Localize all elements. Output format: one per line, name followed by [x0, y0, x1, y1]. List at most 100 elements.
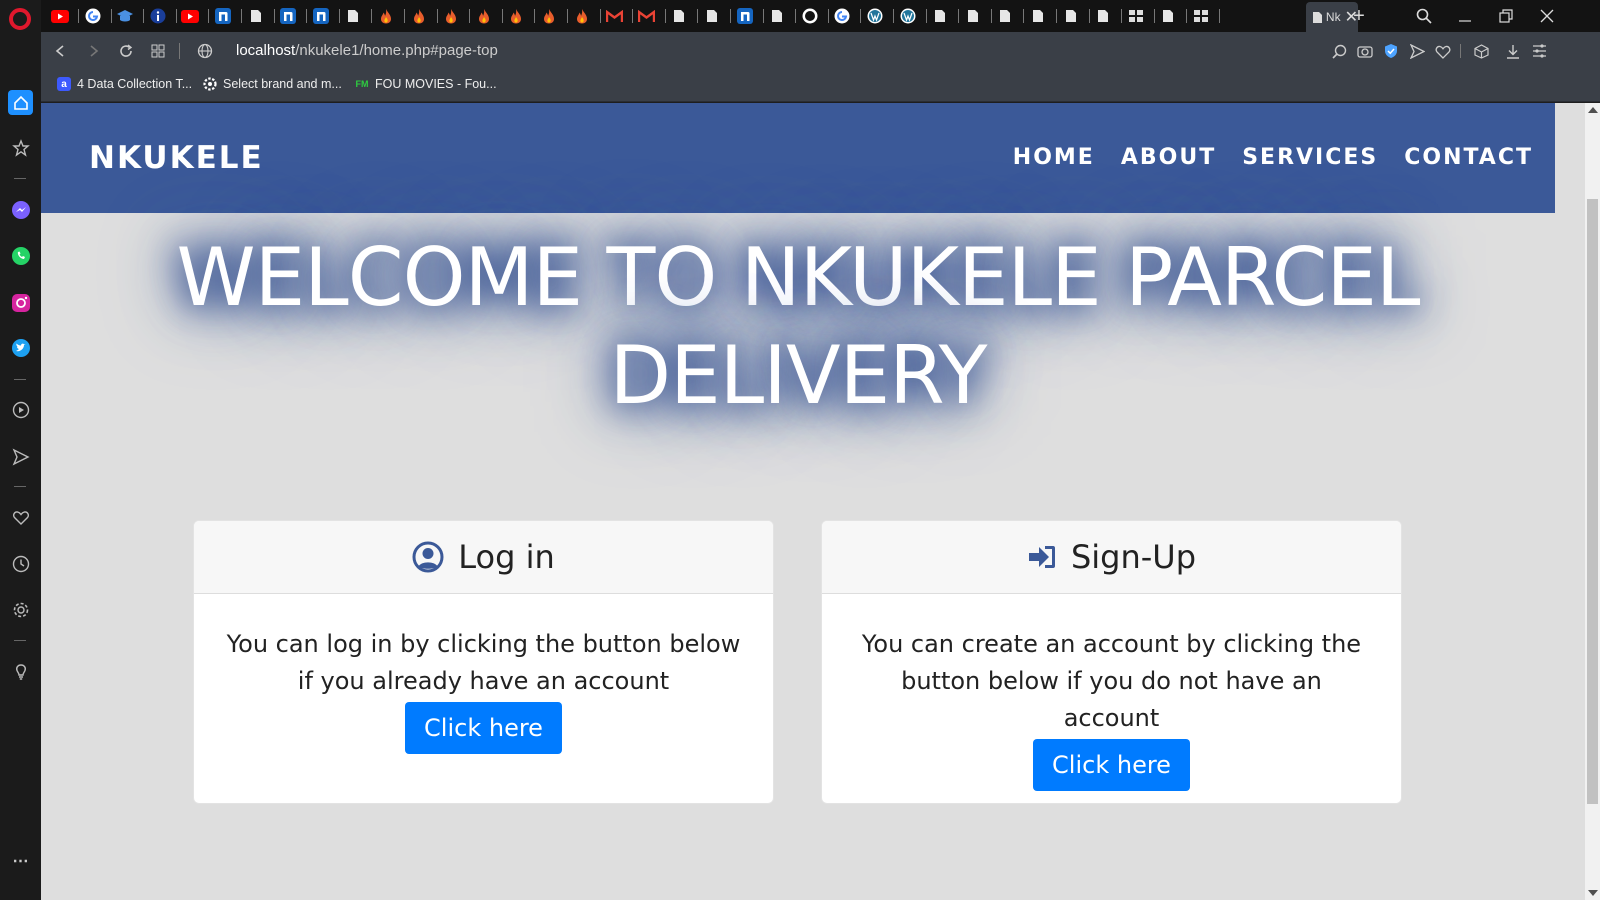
- opera-logo-icon[interactable]: [9, 8, 31, 30]
- tab-gmail-icon[interactable]: [635, 4, 659, 28]
- easy-setup-icon[interactable]: [1529, 41, 1549, 61]
- bookmark-heart-icon[interactable]: [1433, 41, 1453, 61]
- tab-page-icon[interactable]: [1026, 4, 1050, 28]
- tab-grid-icon[interactable]: [1189, 4, 1213, 28]
- tab-grid-icon[interactable]: [1124, 4, 1148, 28]
- card-title: Sign-Up: [1070, 538, 1197, 576]
- settings-gear-icon[interactable]: [8, 597, 33, 622]
- tab-n-icon[interactable]: [309, 4, 333, 28]
- tab-page-icon[interactable]: [1091, 4, 1115, 28]
- back-icon[interactable]: [49, 39, 73, 63]
- tab-flame-icon[interactable]: [537, 4, 561, 28]
- tab-separator: [1088, 9, 1090, 23]
- zoom-search-icon[interactable]: [1329, 41, 1349, 61]
- scroll-down-icon[interactable]: [1588, 890, 1598, 896]
- heart-icon[interactable]: [8, 505, 33, 530]
- extensions-cube-icon[interactable]: [1471, 41, 1491, 61]
- tiles-icon[interactable]: [146, 39, 170, 63]
- bookmark-item[interactable]: a 4 Data Collection T...: [57, 77, 192, 91]
- vpn-shield-icon[interactable]: [1381, 41, 1401, 61]
- tab-page-icon[interactable]: [700, 4, 724, 28]
- twitter-icon[interactable]: [8, 335, 33, 360]
- page-scrollbar[interactable]: [1585, 103, 1600, 900]
- active-tab-title: Nk: [1325, 10, 1341, 24]
- bookmark-item[interactable]: Select brand and m...: [203, 77, 342, 91]
- tab-info-icon[interactable]: [146, 4, 170, 28]
- search-tabs-icon[interactable]: [1411, 4, 1437, 28]
- nav-link-contact[interactable]: CONTACT: [1404, 145, 1533, 170]
- tab-page-icon[interactable]: [928, 4, 952, 28]
- tab-flame-icon[interactable]: [374, 4, 398, 28]
- tab-page-icon[interactable]: [1156, 4, 1180, 28]
- card-title: Log in: [458, 538, 555, 576]
- nav-link-services[interactable]: SERVICES: [1242, 145, 1378, 170]
- tab-page-icon[interactable]: [993, 4, 1017, 28]
- history-clock-icon[interactable]: [8, 551, 33, 576]
- tab-n-icon[interactable]: [211, 4, 235, 28]
- reload-icon[interactable]: [114, 39, 138, 63]
- tab-separator: [664, 9, 666, 23]
- speed-dial-icon[interactable]: [8, 135, 33, 160]
- whatsapp-icon[interactable]: [8, 243, 33, 268]
- gear-icon: [203, 77, 217, 91]
- tab-separator: [208, 9, 210, 23]
- nav-link-about[interactable]: ABOUT: [1121, 145, 1216, 170]
- tab-separator: [1153, 9, 1155, 23]
- more-options-icon[interactable]: ⋯: [8, 848, 33, 873]
- tab-separator: [143, 9, 145, 23]
- tab-graduation-icon[interactable]: [113, 4, 137, 28]
- site-info-globe-icon[interactable]: [193, 39, 217, 63]
- new-tab-icon[interactable]: +: [1346, 4, 1372, 28]
- tab-separator: [534, 9, 536, 23]
- tab-page-icon[interactable]: [1059, 4, 1083, 28]
- tab-flame-icon[interactable]: [439, 4, 463, 28]
- tab-youtube-icon[interactable]: [48, 4, 72, 28]
- tab-gmail-icon[interactable]: [602, 4, 626, 28]
- tab-page-icon[interactable]: [667, 4, 691, 28]
- scroll-thumb[interactable]: [1587, 199, 1598, 804]
- tab-page-icon[interactable]: [765, 4, 789, 28]
- minimize-icon[interactable]: [1452, 4, 1478, 28]
- tab-n-icon[interactable]: [733, 4, 757, 28]
- instagram-icon[interactable]: [8, 290, 33, 315]
- snapshot-camera-icon[interactable]: [1355, 41, 1375, 61]
- player-icon[interactable]: [8, 397, 33, 422]
- tab-github-icon[interactable]: [798, 4, 822, 28]
- tab-wordpress-icon[interactable]: [896, 4, 920, 28]
- signup-button[interactable]: Click here: [1033, 739, 1190, 791]
- forward-icon[interactable]: [81, 39, 105, 63]
- tab-page-icon[interactable]: [244, 4, 268, 28]
- tab-separator: [958, 9, 960, 23]
- close-window-icon[interactable]: [1534, 4, 1560, 28]
- bookmark-label: FOU MOVIES - Fou...: [375, 77, 497, 91]
- url-field[interactable]: localhost/nkukele1/home.php#page-top: [236, 42, 498, 59]
- tab-google-icon[interactable]: [830, 4, 854, 28]
- lightbulb-icon[interactable]: [8, 659, 33, 684]
- tab-page-icon[interactable]: [961, 4, 985, 28]
- login-button[interactable]: Click here: [405, 702, 562, 754]
- tab-flame-icon[interactable]: [407, 4, 431, 28]
- tab-separator: [110, 9, 112, 23]
- tab-google-icon[interactable]: [81, 4, 105, 28]
- download-icon[interactable]: [1503, 41, 1523, 61]
- tab-youtube-icon[interactable]: [178, 4, 202, 28]
- messenger-icon[interactable]: [8, 197, 33, 222]
- nav-link-home[interactable]: HOME: [1013, 145, 1095, 170]
- send-icon[interactable]: [8, 444, 33, 469]
- home-icon[interactable]: [8, 90, 33, 115]
- tab-wordpress-icon[interactable]: [863, 4, 887, 28]
- tab-flame-icon[interactable]: [504, 4, 528, 28]
- bookmark-item[interactable]: FM FOU MOVIES - Fou...: [355, 77, 497, 91]
- send-tab-icon[interactable]: [1407, 41, 1427, 61]
- tab-n-icon[interactable]: [276, 4, 300, 28]
- tab-flame-icon[interactable]: [472, 4, 496, 28]
- tab-separator: [241, 9, 242, 23]
- tab-separator: [860, 9, 862, 23]
- restore-icon[interactable]: [1493, 4, 1519, 28]
- tab-page-icon[interactable]: [341, 4, 365, 28]
- fm-icon: FM: [355, 79, 369, 89]
- bookmark-label: 4 Data Collection T...: [77, 77, 193, 91]
- site-brand[interactable]: NKUKELE: [89, 140, 264, 176]
- tab-flame-icon[interactable]: [570, 4, 594, 28]
- scroll-up-icon[interactable]: [1588, 107, 1598, 113]
